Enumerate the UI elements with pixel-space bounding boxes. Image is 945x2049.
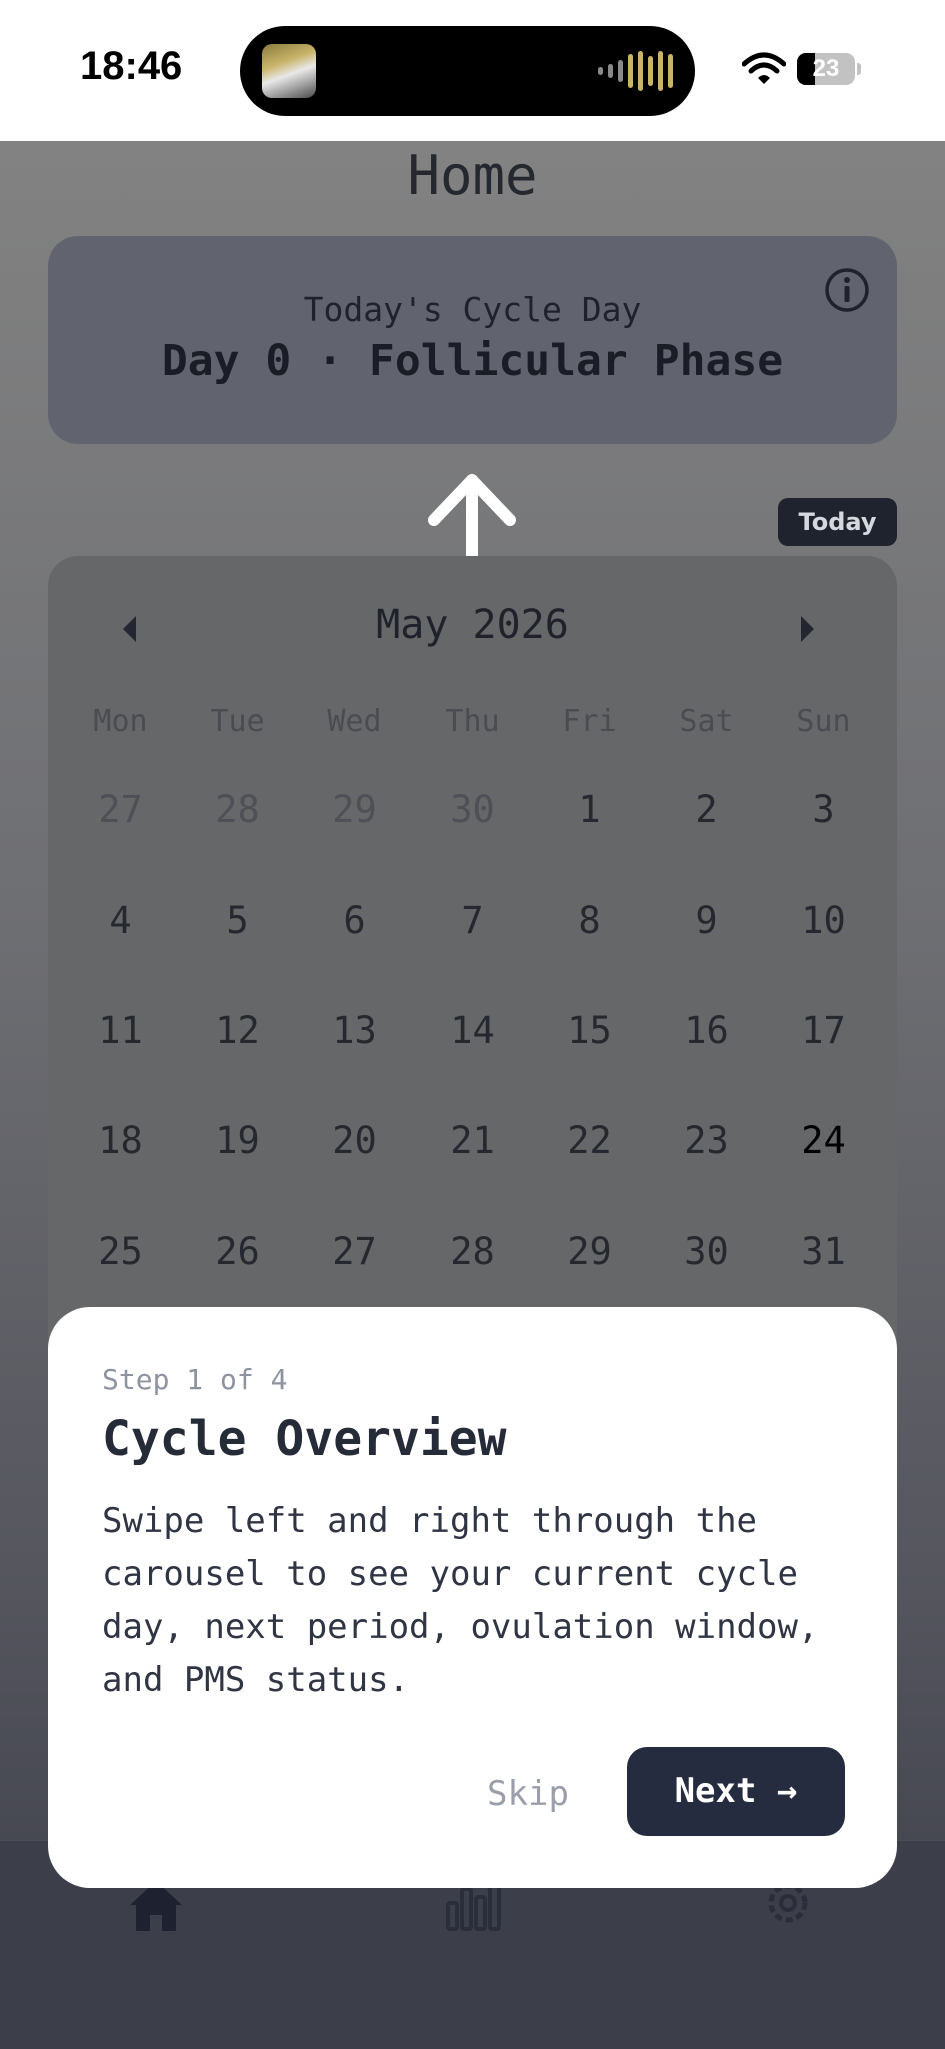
onboarding-body: Swipe left and right through the carouse… (102, 1501, 819, 1700)
calendar-day[interactable]: 10 (765, 899, 882, 942)
calendar-day[interactable]: 14 (414, 1009, 531, 1052)
cycle-day-card[interactable]: Today's Cycle Day Day 0 · Follicular Pha… (48, 236, 897, 444)
status-time: 18:46 (80, 44, 183, 88)
cycle-card-subtitle: Today's Cycle Day (303, 290, 642, 329)
calendar-day[interactable]: 28 (414, 1230, 531, 1273)
dynamic-island[interactable] (240, 26, 695, 116)
calendar-day[interactable]: 12 (179, 1009, 296, 1052)
weekday-label: Wed (327, 704, 382, 739)
calendar-day[interactable]: 21 (414, 1119, 531, 1162)
calendar-day[interactable]: 23 (648, 1119, 765, 1162)
calendar-day[interactable]: 16 (648, 1009, 765, 1052)
wifi-icon (742, 52, 786, 84)
calendar-day[interactable]: 31 (765, 1230, 882, 1273)
battery-icon: 23 (797, 53, 855, 85)
calendar-day[interactable]: 6 (296, 899, 413, 942)
calendar-day-today[interactable]: 24 (765, 1119, 882, 1162)
calendar-day[interactable]: 19 (179, 1119, 296, 1162)
calendar-day[interactable]: 9 (648, 899, 765, 942)
calendar-day[interactable]: 15 (531, 1009, 648, 1052)
today-button[interactable]: Today (778, 498, 897, 546)
calendar-day[interactable]: 20 (296, 1119, 413, 1162)
calendar-day[interactable]: 27 (296, 1230, 413, 1273)
next-button[interactable]: Next → (627, 1747, 845, 1836)
page-title: Home (407, 144, 538, 207)
calendar-day[interactable]: 17 (765, 1009, 882, 1052)
calendar-day[interactable]: 30 (414, 788, 531, 831)
calendar-day[interactable]: 5 (179, 899, 296, 942)
calendar-day[interactable]: 7 (414, 899, 531, 942)
onboarding-step: Step 1 of 4 (102, 1363, 288, 1396)
calendar-day[interactable]: 22 (531, 1119, 648, 1162)
weekday-label: Fri (562, 704, 617, 739)
calendar-day[interactable]: 29 (531, 1230, 648, 1273)
calendar-day[interactable]: 2 (648, 788, 765, 831)
skip-button[interactable]: Skip (478, 1750, 578, 1838)
calendar-day[interactable]: 4 (62, 899, 179, 942)
calendar-day[interactable]: 11 (62, 1009, 179, 1052)
chevron-right-icon[interactable] (801, 616, 814, 642)
calendar-day[interactable]: 26 (179, 1230, 296, 1273)
calendar-day[interactable]: 8 (531, 899, 648, 942)
calendar-day[interactable]: 27 (62, 788, 179, 831)
weekday-label: Sat (679, 704, 734, 739)
calendar-day[interactable]: 13 (296, 1009, 413, 1052)
weekday-label: Sun (796, 704, 851, 739)
battery-level: 23 (812, 55, 840, 82)
now-playing-thumbnail (262, 44, 316, 98)
onboarding-title: Cycle Overview (102, 1411, 507, 1467)
weekday-label: Mon (93, 704, 148, 739)
info-icon[interactable] (823, 266, 871, 314)
calendar-month: May 2026 (376, 602, 569, 648)
status-bar: 18:46 23 (0, 0, 945, 141)
calendar-day[interactable]: 29 (296, 788, 413, 831)
cycle-card-main: Day 0 · Follicular Phase (161, 336, 784, 386)
weekday-label: Thu (445, 704, 500, 739)
calendar-day[interactable]: 3 (765, 788, 882, 831)
calendar-day[interactable]: 28 (179, 788, 296, 831)
calendar-day[interactable]: 25 (62, 1230, 179, 1273)
audio-waveform-icon (598, 50, 673, 92)
weekday-label: Tue (210, 704, 265, 739)
calendar-day[interactable]: 30 (648, 1230, 765, 1273)
calendar-day[interactable]: 18 (62, 1119, 179, 1162)
onboarding-dialog: Step 1 of 4 Cycle Overview Swipe left an… (48, 1307, 897, 1888)
calendar-day[interactable]: 1 (531, 788, 648, 831)
